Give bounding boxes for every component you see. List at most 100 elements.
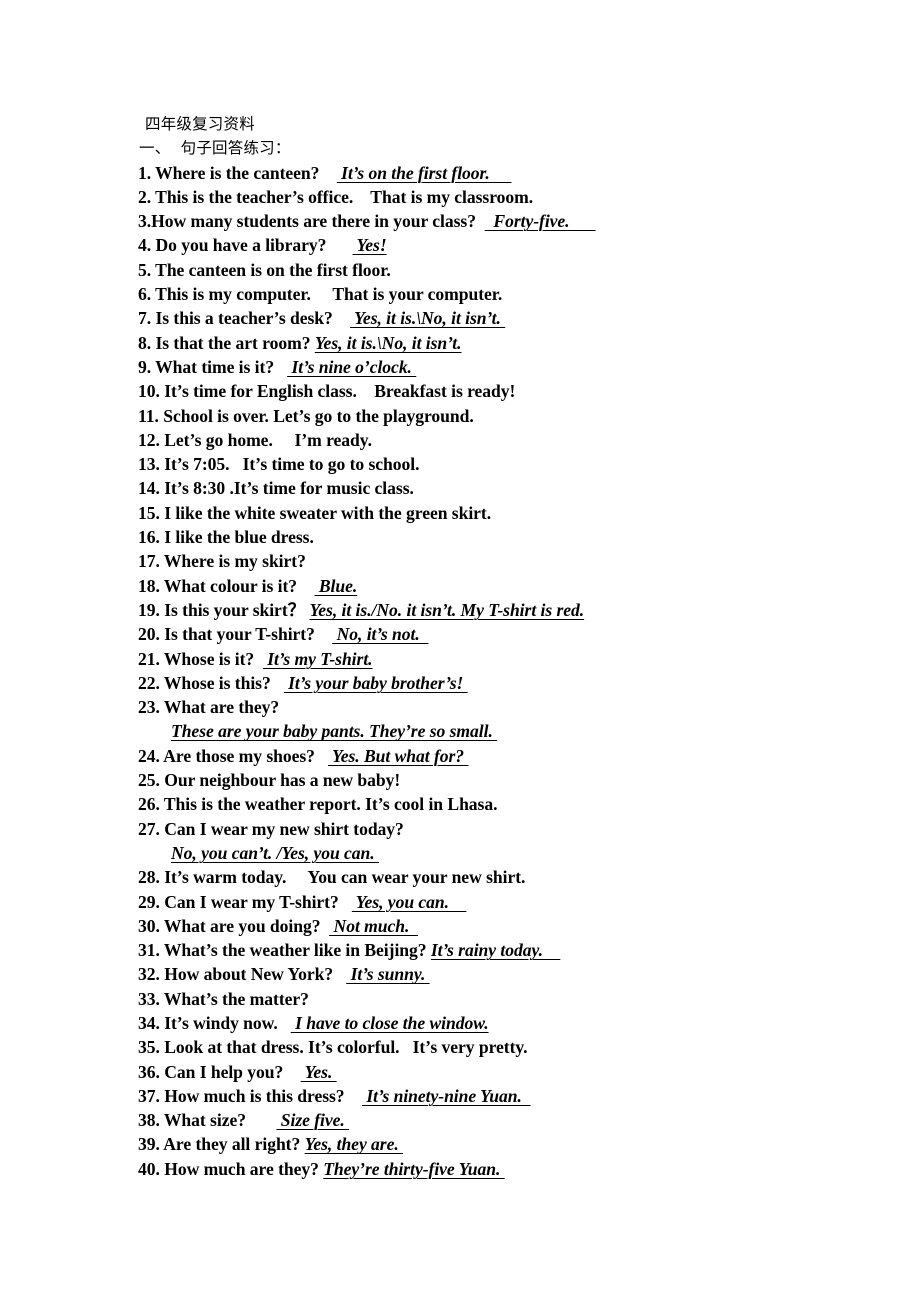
qa-gap — [320, 916, 329, 936]
qa-number: 12. — [138, 429, 165, 450]
qa-line: 35. Look at that dress. It’s colorful. I… — [138, 1035, 878, 1059]
qa-number: 28. — [138, 867, 165, 888]
qa-gap — [333, 308, 350, 328]
qa-answer: It’s rainy today. — [430, 940, 561, 961]
qa-line: 4. Do you have a library? Yes! — [138, 233, 878, 257]
qa-gap — [274, 357, 287, 377]
qa-number: 34. — [138, 1012, 165, 1033]
qa-line: 31. What’s the weather like in Beijing? … — [138, 938, 878, 962]
qa-number: 40. — [138, 1158, 165, 1179]
qa-answer: It’s very pretty. — [412, 1037, 528, 1058]
qa-gap — [271, 673, 284, 693]
qa-line: 20. Is that your T-shirt? No, it’s not. — [138, 622, 878, 646]
qa-question: What size? — [163, 1110, 246, 1131]
qa-answer: Yes, you can. — [351, 891, 467, 912]
qa-question: I like the white sweater with the green … — [164, 502, 492, 523]
qa-question: Where is the canteen? — [155, 162, 320, 183]
qa-line: 18. What colour is it? Blue. — [138, 574, 878, 598]
qa-question: Is this your skirt？ — [164, 599, 306, 620]
qa-question: This is the teacher’s office. — [155, 186, 354, 207]
qa-question: Can I help you? — [164, 1061, 284, 1082]
qa-line: 16. I like the blue dress. — [138, 525, 878, 549]
qa-number: 7. — [138, 308, 156, 329]
qa-line: 7. Is this a teacher’s desk? Yes, it is.… — [138, 306, 878, 330]
qa-question: Can I wear my T-shirt? — [164, 891, 339, 912]
qa-number: 13. — [138, 454, 165, 475]
qa-line: 5. The canteen is on the first floor. — [138, 258, 878, 282]
qa-gap — [345, 1086, 362, 1106]
qa-number: 14. — [138, 478, 165, 499]
qa-line: 32. How about New York? It’s sunny. — [138, 962, 878, 986]
qa-line: 3.How many students are there in your cl… — [138, 209, 878, 233]
qa-line: 26. This is the weather report. It’s coo… — [138, 792, 878, 816]
qa-answer: It’s ninety-nine Yuan. — [361, 1085, 531, 1106]
qa-gap — [353, 187, 370, 207]
qa-gap — [400, 1037, 413, 1057]
qa-number: 16. — [138, 527, 165, 548]
qa-question: What colour is it? — [163, 575, 298, 596]
qa-question: Look at that dress. It’s colorful. — [164, 1037, 400, 1058]
qa-question: It’s 8:30 .It’s time for music class. — [164, 478, 414, 499]
qa-number: 17. — [138, 551, 164, 572]
qa-question: How many students are there in your clas… — [151, 211, 476, 232]
qa-line: 27. Can I wear my new shirt today? — [138, 817, 878, 841]
qa-number: 31. — [138, 940, 164, 961]
qa-question: I like the blue dress. — [164, 527, 314, 548]
qa-question: School is over. Let’s go to the playgrou… — [163, 405, 474, 426]
qa-answer: It’s time to go to school. — [242, 454, 420, 475]
qa-question: Are those my shoes? — [163, 745, 315, 766]
qa-gap — [278, 1013, 291, 1033]
document-body: 四年级复习资料 一、 句子回答练习： 1. Where is the cante… — [138, 112, 878, 1181]
qa-line: 22. Whose is this? It’s your baby brothe… — [138, 671, 878, 695]
qa-number: 11. — [138, 405, 164, 426]
qa-number: 21. — [138, 648, 164, 669]
qa-number: 5. — [138, 259, 156, 280]
qa-line: 17. Where is my skirt? — [138, 549, 878, 573]
qa-question: What’s the matter? — [163, 988, 309, 1009]
qa-line: 19. Is this your skirt？ Yes, it is./No. … — [138, 598, 878, 622]
qa-question: How about New York? — [164, 964, 334, 985]
qa-gap — [357, 381, 374, 401]
qa-number: 38. — [138, 1110, 164, 1131]
qa-answer: Yes, it is./No. it isn’t. My T-shirt is … — [309, 599, 585, 620]
qa-number: 23. — [138, 697, 164, 718]
qa-gap — [254, 649, 263, 669]
qa-question: Where is my skirt? — [163, 551, 306, 572]
question-answer-list: 1. Where is the canteen? It’s on the fir… — [138, 161, 878, 1181]
qa-answer: They’re thirty-five Yuan. — [323, 1158, 505, 1179]
qa-gap — [326, 235, 352, 255]
qa-question: It’s time for English class. — [164, 381, 357, 402]
qa-number: 37. — [138, 1085, 165, 1106]
qa-answer: It’s sunny. — [346, 964, 430, 985]
qa-line: 11. School is over. Let’s go to the play… — [138, 404, 878, 428]
qa-line: 2. This is the teacher’s office. That is… — [138, 185, 878, 209]
qa-line: 37. How much is this dress? It’s ninety-… — [138, 1084, 878, 1108]
qa-number: 26. — [138, 794, 164, 815]
qa-gap — [315, 746, 328, 766]
qa-line: 34. It’s windy now. I have to close the … — [138, 1011, 878, 1035]
qa-gap — [311, 284, 332, 304]
section-heading: 一、 句子回答练习： — [139, 139, 291, 158]
qa-question: Let’s go home. — [164, 429, 273, 450]
qa-number: 30. — [138, 915, 164, 936]
qa-gap — [476, 211, 485, 231]
qa-answer: No, it’s not. — [332, 624, 429, 645]
qa-answer: You can wear your new shirt. — [307, 867, 526, 888]
qa-gap — [315, 624, 332, 644]
document-page: 四年级复习资料 一、 句子回答练习： 1. Where is the cante… — [0, 0, 920, 1302]
qa-question: What’s the weather like in Beijing? — [163, 940, 427, 961]
qa-gap — [339, 892, 352, 912]
qa-line: 9. What time is it? It’s nine o’clock. — [138, 355, 878, 379]
qa-answer: Forty-five. — [484, 211, 596, 232]
qa-question: This is the weather report. It’s cool in… — [163, 794, 498, 815]
qa-answer: Yes. But what for? — [327, 745, 469, 766]
qa-answer: Yes. — [300, 1061, 337, 1082]
qa-question: Is that the art room? — [155, 332, 311, 353]
qa-line: 8. Is that the art room? Yes, it is.\No,… — [138, 331, 878, 355]
qa-continuation-line: No, you can’t. /Yes, you can. — [138, 841, 878, 865]
qa-line: 29. Can I wear my T-shirt? Yes, you can. — [138, 890, 878, 914]
qa-answer: These are your baby pants. They’re so sm… — [171, 721, 498, 742]
qa-question: It’s windy now. — [164, 1012, 278, 1033]
qa-gap — [333, 964, 346, 984]
qa-answer: It’s nine o’clock. — [287, 356, 417, 377]
